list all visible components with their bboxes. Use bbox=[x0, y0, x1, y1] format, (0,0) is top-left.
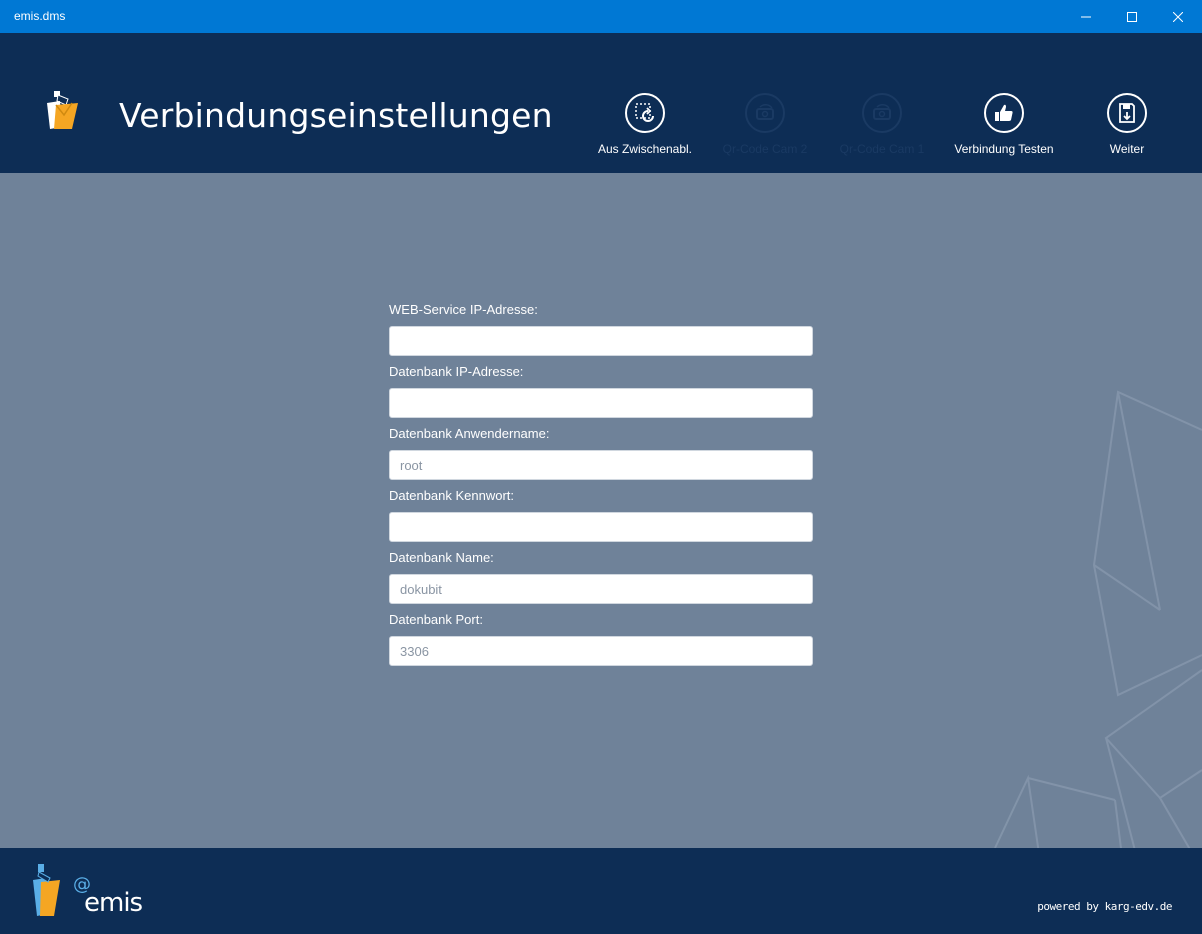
db-name-input[interactable] bbox=[389, 574, 813, 604]
header: Verbindungseinstellungen Aus Zwischenabl… bbox=[0, 33, 1202, 173]
qr-code-cam-1-button[interactable]: Qr-Code Cam 1 bbox=[817, 93, 947, 156]
next-button[interactable]: Weiter bbox=[1062, 93, 1192, 156]
minimize-icon bbox=[1081, 16, 1091, 17]
db-user-input[interactable] bbox=[389, 450, 813, 480]
camera-rotate-icon bbox=[756, 104, 774, 120]
next-label: Weiter bbox=[1109, 142, 1145, 156]
emis-brand-logo-icon bbox=[33, 864, 60, 916]
app-window: emis.dms Verbindungseinstellungen Aus Zw… bbox=[0, 0, 1202, 934]
maximize-icon bbox=[1127, 11, 1137, 22]
db-password-label: Datenbank Kennwort: bbox=[389, 488, 515, 503]
close-icon bbox=[1173, 11, 1183, 22]
db-name-label: Datenbank Name: bbox=[389, 550, 494, 565]
brand-name: emis bbox=[84, 888, 143, 918]
db-port-input[interactable] bbox=[389, 636, 813, 666]
test-connection-button[interactable]: Verbindung Testen bbox=[939, 93, 1069, 156]
connection-form: WEB-Service IP-Adresse: Datenbank IP-Adr… bbox=[389, 302, 813, 674]
close-button[interactable] bbox=[1155, 0, 1201, 33]
webservice-ip-label: WEB-Service IP-Adresse: bbox=[389, 302, 538, 317]
paste-from-clipboard-label: Aus Zwischenabl. bbox=[597, 142, 693, 156]
paste-from-clipboard-button[interactable]: Aus Zwischenabl. bbox=[580, 93, 710, 156]
clipboard-refresh-icon bbox=[635, 103, 654, 122]
qr-code-cam-2-button[interactable]: Qr-Code Cam 2 bbox=[700, 93, 830, 156]
maximize-button[interactable] bbox=[1109, 0, 1155, 33]
webservice-ip-input[interactable] bbox=[389, 326, 813, 356]
powered-by-text: powered by karg-edv.de bbox=[1037, 900, 1172, 913]
db-password-input[interactable] bbox=[389, 512, 813, 542]
qr-code-cam-2-label: Qr-Code Cam 2 bbox=[722, 142, 808, 156]
title-bar: emis.dms bbox=[0, 0, 1202, 33]
footer: @ emis powered by karg-edv.de bbox=[0, 848, 1202, 934]
db-user-label: Datenbank Anwendername: bbox=[389, 426, 550, 441]
emis-logo-icon bbox=[47, 91, 78, 129]
window-title: emis.dms bbox=[14, 9, 66, 23]
db-ip-label: Datenbank IP-Adresse: bbox=[389, 364, 524, 379]
minimize-button[interactable] bbox=[1063, 0, 1109, 33]
db-ip-input[interactable] bbox=[389, 388, 813, 418]
thumbs-up-icon bbox=[995, 104, 1013, 121]
test-connection-label: Verbindung Testen bbox=[954, 142, 1054, 156]
db-port-label: Datenbank Port: bbox=[389, 612, 483, 627]
qr-code-cam-1-label: Qr-Code Cam 1 bbox=[839, 142, 925, 156]
camera-rotate-icon bbox=[873, 104, 891, 120]
page-title: Verbindungseinstellungen bbox=[119, 96, 553, 135]
save-download-icon bbox=[1119, 103, 1135, 123]
